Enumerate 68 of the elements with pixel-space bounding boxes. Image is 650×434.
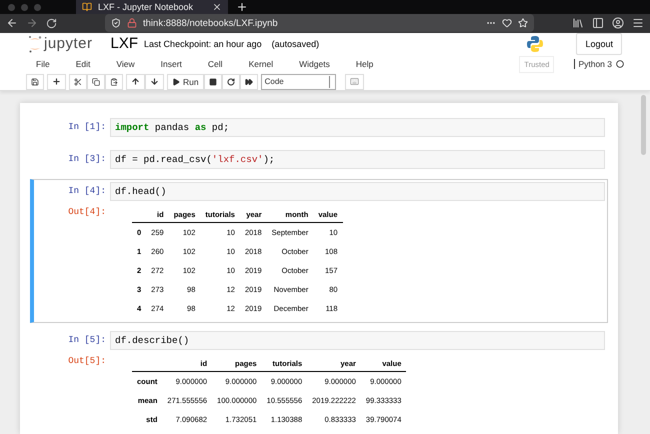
input-prompt: In [3]: (67, 153, 107, 164)
menu-item[interactable]: Cell (208, 59, 223, 70)
output-prompt: Out[4]: (67, 206, 107, 218)
menu-icon (632, 17, 644, 30)
jupyter-logo-icon (28, 34, 42, 53)
back-icon (6, 17, 18, 30)
new-tab-icon (236, 1, 248, 14)
notebook-cell[interactable]: In [3]: df = pd.read_csv('lxf.csv'); (30, 147, 608, 174)
browser-tab[interactable]: LXF - Jupyter Notebook (76, 0, 228, 14)
menu-item[interactable]: Edit (76, 59, 90, 70)
shield-icon (111, 18, 121, 28)
book-icon (82, 2, 92, 12)
save-button[interactable] (26, 74, 44, 90)
copy-icon (92, 78, 100, 86)
menu-item[interactable]: Insert (160, 59, 182, 70)
star-icon (518, 18, 528, 28)
paste-button[interactable] (105, 74, 123, 90)
lock-icon (127, 18, 137, 28)
menu-item[interactable]: Widgets (299, 59, 330, 70)
notebook-cell[interactable] (30, 179, 608, 324)
arrow-up-icon (131, 77, 140, 86)
insert-cell-button[interactable] (47, 74, 66, 90)
code-input[interactable]: df.head() (110, 182, 605, 202)
scrollbar[interactable] (641, 95, 646, 156)
cut-button[interactable] (69, 74, 87, 90)
code-input[interactable]: df = pd.read_csv('lxf.csv'); (110, 150, 605, 170)
restart-icon (226, 78, 235, 86)
logout-button[interactable]: Logout (576, 32, 622, 55)
python-logo-icon (526, 34, 544, 53)
stop-icon (208, 78, 217, 86)
jupyter-logo-text: jupyter (44, 35, 93, 52)
input-prompt: In [4]: (67, 185, 107, 196)
run-button[interactable]: Run (167, 74, 204, 90)
notebook-name[interactable]: LXF (110, 35, 138, 52)
kernel-name: Python 3 (574, 59, 612, 70)
save-icon (31, 78, 39, 86)
move-down-button[interactable] (145, 74, 164, 90)
input-prompt: In [5]: (67, 334, 107, 346)
sidebar-icon (592, 17, 604, 30)
forward-icon (26, 17, 38, 30)
arrow-down-icon (150, 77, 159, 86)
input-prompt: In [1]: (67, 121, 107, 132)
account-icon (612, 17, 624, 30)
cell-type-dropdown[interactable]: Code (260, 74, 336, 90)
output-prompt: Out[5]: (67, 355, 107, 366)
reload-icon (46, 18, 57, 29)
play-icon (172, 78, 180, 86)
keyboard-icon (350, 77, 359, 86)
code-input[interactable]: df.describe() (110, 331, 605, 350)
kernel-idle-icon (616, 60, 624, 68)
code-input[interactable]: import pandas as pd; (110, 118, 605, 138)
plus-icon (52, 77, 61, 86)
scissors-icon (74, 78, 82, 86)
address-bar[interactable]: think:8888/notebooks/LXF.ipynb (105, 14, 534, 32)
keyboard-shortcuts-button[interactable] (344, 74, 364, 90)
copy-button[interactable] (87, 74, 105, 90)
menu-item[interactable]: Help (356, 59, 374, 70)
library-icon (572, 17, 584, 30)
checkpoint-text: Last Checkpoint: an hour ago (144, 38, 262, 49)
autosave-status: (autosaved) (272, 38, 320, 49)
menu-item[interactable]: File (36, 59, 50, 70)
menu-item[interactable]: Kernel (248, 59, 274, 70)
move-up-button[interactable] (126, 74, 145, 90)
fast-forward-icon (244, 78, 253, 86)
close-icon (212, 2, 222, 12)
paste-icon (110, 78, 118, 86)
notebook-cell[interactable]: In [1]: import pandas as pd; (30, 115, 608, 142)
menu-item[interactable]: View (116, 59, 135, 70)
